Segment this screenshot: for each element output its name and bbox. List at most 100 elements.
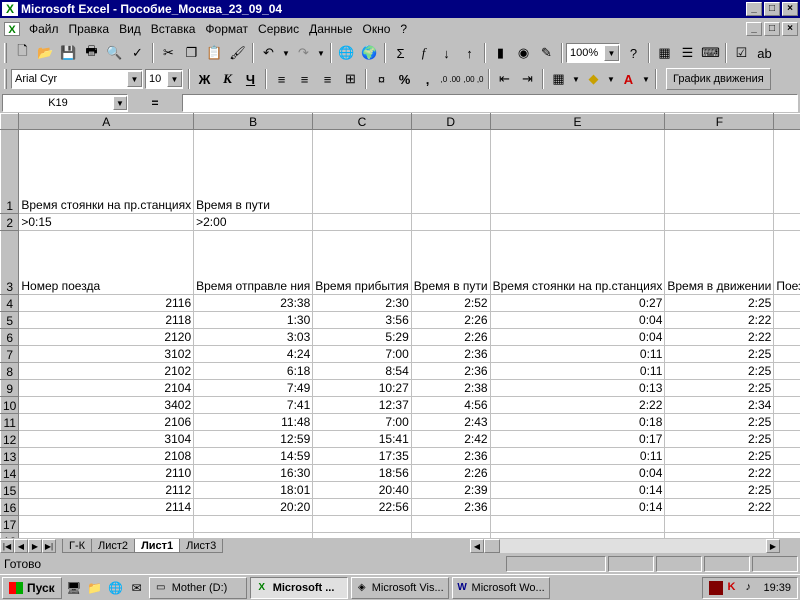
decrease-decimal-button[interactable]: ,00 ,0 [462,68,485,90]
cell[interactable]: 2112 [18,481,195,499]
menu-help[interactable]: ? [395,22,412,36]
cell[interactable]: 12:37 [312,396,412,414]
comma-button[interactable]: , [416,68,439,90]
row-header[interactable]: 11 [0,413,20,431]
row-header[interactable]: 3 [0,230,20,295]
doc-close-button[interactable]: × [782,22,798,36]
cell[interactable]: 2:25 [664,413,775,431]
cell[interactable] [489,129,666,214]
properties-icon[interactable]: ☰ [676,42,699,64]
column-header[interactable]: G [773,113,800,130]
row-header[interactable]: 15 [0,481,20,499]
cell[interactable]: 2:36 [410,362,491,380]
cell[interactable]: 5:29 [312,328,412,346]
cell[interactable]: 2:25 [664,294,775,312]
print-icon[interactable]: 🖶 [80,42,103,64]
cell[interactable]: Время прибытия [312,230,412,295]
doc-restore-button[interactable]: □ [764,22,780,36]
cell[interactable]: 2:25 [664,430,775,448]
font-color-icon[interactable]: A [617,68,640,90]
new-icon[interactable]: 🗋 [11,42,34,64]
cell[interactable]: 141 [773,396,800,414]
row-header[interactable]: 16 [0,498,20,516]
cell[interactable]: Время отправле ния [193,230,314,295]
label-control-icon[interactable]: ab [753,42,776,64]
cell[interactable]: 2:43 [410,413,491,431]
form-icon[interactable]: ▦ [653,42,676,64]
row-header[interactable]: 14 [0,464,20,482]
row-header[interactable]: 6 [0,328,20,346]
task-word[interactable]: W Microsoft Wo... [451,576,550,599]
checkbox-control-icon[interactable]: ☑ [730,42,753,64]
cell[interactable]: 20:40 [312,481,412,499]
cell[interactable]: 2:22 [664,328,775,346]
cell[interactable]: 2104 [18,379,195,397]
cell[interactable]: 2:25 [664,379,775,397]
cell[interactable]: 15:41 [312,430,412,448]
format-painter-icon[interactable]: 🖌 [226,42,249,64]
worksheet-grid[interactable]: ABCDEFGHIJK 1Время стоянки на пр.станция… [0,113,800,538]
cell[interactable]: 2108 [18,447,195,465]
cell[interactable]: 14:59 [193,447,314,465]
last-sheet-icon[interactable]: ▶| [42,539,56,553]
increase-decimal-button[interactable]: ,0 .00 [439,68,462,90]
cell[interactable]: 3402 [18,396,195,414]
font-size-select[interactable]: 10 ▼ [145,69,183,89]
cell[interactable]: 2:36 [410,498,491,516]
drawing-icon[interactable]: ✎ [535,42,558,64]
zoom-select[interactable]: 100% ▼ [566,43,620,63]
cell[interactable]: 2:25 [664,481,775,499]
row-header[interactable]: 2 [0,213,20,231]
italic-button[interactable]: К [216,68,239,90]
menu-data[interactable]: Данные [304,22,357,36]
cell[interactable]: 18:01 [193,481,314,499]
cell[interactable] [410,213,491,231]
autosum-icon[interactable]: Σ [389,42,412,64]
row-header[interactable]: 1 [0,129,20,214]
cell[interactable]: 0:14 [489,481,666,499]
cell[interactable]: 3:03 [193,328,314,346]
cell[interactable]: >0:15 [18,213,195,231]
print-preview-icon[interactable]: 🔍 [103,42,126,64]
merge-center-icon[interactable]: ⊞ [339,68,362,90]
cell[interactable]: Время в движении [664,230,775,295]
cell[interactable]: 141 [773,311,800,329]
cell[interactable]: Время в пути [193,129,314,214]
bold-button[interactable]: Ж [193,68,216,90]
spelling-icon[interactable]: ✓ [126,42,149,64]
cell[interactable]: 2:30 [312,294,412,312]
cell[interactable]: Поездо-км [773,230,800,295]
undo-icon[interactable]: ↶ [257,42,280,64]
scroll-thumb[interactable] [484,539,500,553]
cell[interactable] [664,129,775,214]
font-select[interactable]: Arial Cyr ▼ [11,69,143,89]
chevron-down-icon[interactable]: ▼ [167,71,182,87]
cell[interactable]: 0:17 [489,430,666,448]
cell[interactable]: 141 [773,379,800,397]
row-header[interactable]: 17 [0,515,20,533]
cell[interactable] [773,213,800,231]
chevron-down-icon[interactable]: ▼ [604,45,619,61]
tray-app-icon[interactable] [709,580,724,595]
help-icon[interactable]: ? [622,42,645,64]
next-sheet-icon[interactable]: ▶ [28,539,42,553]
map-icon[interactable]: ◉ [512,42,535,64]
menu-window[interactable]: Окно [357,22,395,36]
undo-dropdown-icon[interactable]: ▼ [280,42,292,64]
cell[interactable]: 141 [773,498,800,516]
cell[interactable]: 16:30 [193,464,314,482]
task-excel[interactable]: X Microsoft ... [249,576,348,599]
row-header[interactable]: 9 [0,379,20,397]
cell[interactable]: 0:04 [489,311,666,329]
cell[interactable]: 7:00 [312,345,412,363]
chevron-down-icon[interactable]: ▼ [605,68,617,90]
volume-icon[interactable]: ♪ [745,581,759,595]
explorer-icon[interactable]: 📁 [86,579,104,597]
task-visio[interactable]: ◈ Microsoft Vis... [350,576,449,599]
align-right-icon[interactable]: ≡ [316,68,339,90]
cell[interactable]: 141 [773,464,800,482]
cell[interactable]: 2118 [18,311,195,329]
sheet-tab-list2[interactable]: Лист2 [91,539,136,553]
column-header[interactable]: C [312,113,412,130]
menu-file[interactable]: Файл [24,22,64,36]
